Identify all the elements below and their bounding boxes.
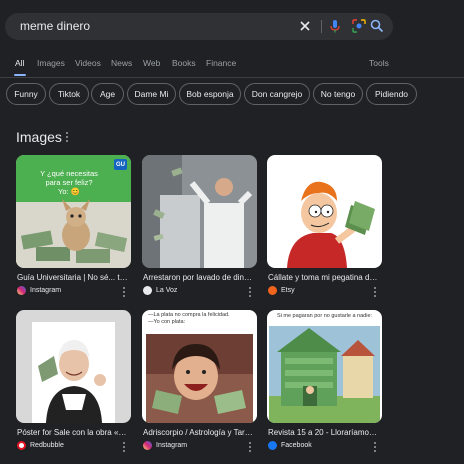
source-name: Facebook (281, 442, 312, 449)
la-voz-icon (143, 286, 152, 295)
image-result[interactable]: Póster for Sale con la obra «M... Redbub… (16, 310, 131, 452)
tab-web[interactable]: Web (143, 58, 160, 68)
image-source[interactable]: Facebook (268, 441, 312, 450)
redbubble-icon (17, 441, 26, 450)
image-title[interactable]: Arrestaron por lavado de dine... (143, 273, 255, 282)
chip-tiktok[interactable]: Tiktok (49, 83, 89, 105)
man-throwing-money-image (142, 155, 257, 268)
image-title[interactable]: Cállate y toma mi pegatina de ... (268, 273, 380, 282)
chip-don-cangrejo[interactable]: Don cangrejo (244, 83, 310, 105)
instagram-icon (143, 441, 152, 450)
section-title: Images (16, 129, 62, 145)
tab-all[interactable]: All (15, 58, 24, 68)
more-options-icon[interactable] (374, 287, 377, 298)
chip-age[interactable]: Age (91, 83, 124, 105)
tab-news[interactable]: News (111, 58, 132, 68)
source-name: Instagram (156, 442, 188, 449)
more-options-icon[interactable] (249, 442, 252, 453)
divider (321, 20, 322, 33)
money-house-cartoon-image (267, 310, 382, 423)
fry-money-image (267, 155, 382, 268)
image-thumbnail[interactable] (16, 310, 131, 423)
chip-dame-mi[interactable]: Dame Mi (127, 83, 176, 105)
more-options-icon[interactable] (123, 287, 126, 298)
clear-icon[interactable] (297, 18, 313, 34)
image-thumbnail[interactable] (267, 155, 382, 268)
facebook-icon (268, 441, 277, 450)
search-input[interactable]: meme dinero (20, 19, 90, 33)
image-thumbnail[interactable]: Si me pagaran por no gustarle a nadie: (267, 310, 382, 423)
grandma-money-image (16, 310, 131, 423)
more-options-icon[interactable] (66, 132, 69, 143)
image-source[interactable]: Redbubble (17, 441, 64, 450)
tab-videos[interactable]: Videos (75, 58, 101, 68)
tab-finance[interactable]: Finance (206, 58, 236, 68)
source-name: Instagram (30, 287, 62, 294)
chip-no-tengo[interactable]: No tengo (313, 83, 363, 105)
active-tab-indicator (14, 74, 26, 76)
chip-pidiendo[interactable]: Pidiendo (366, 83, 417, 105)
source-name: La Voz (156, 287, 178, 294)
search-tabs: All Images Videos News Web Books Finance… (0, 56, 464, 78)
more-options-icon[interactable] (374, 442, 377, 453)
image-title[interactable]: Póster for Sale con la obra «M... (17, 428, 129, 437)
search-icon[interactable] (369, 18, 385, 34)
image-thumbnail[interactable]: Y ¿qué necesitas para ser feliz? Yo: 😊 G… (16, 155, 131, 268)
image-result[interactable]: Y ¿qué necesitas para ser feliz? Yo: 😊 G… (16, 155, 131, 297)
chip-bob-esponja[interactable]: Bob esponja (179, 83, 241, 105)
search-bar[interactable]: meme dinero (5, 13, 393, 40)
image-result[interactable]: Arrestaron por lavado de dine... La Voz (142, 155, 257, 297)
source-name: Redbubble (30, 442, 64, 449)
image-title[interactable]: Revista 15 a 20 - Lloraríamos p... (268, 428, 380, 437)
image-result[interactable]: Si me pagaran por no gustarle a nadie: R… (267, 310, 382, 452)
image-source[interactable]: Etsy (268, 286, 295, 295)
tab-books[interactable]: Books (172, 58, 196, 68)
chip-funny[interactable]: Funny (6, 83, 46, 105)
microphone-icon[interactable] (327, 18, 343, 34)
tabs-divider (0, 77, 464, 78)
etsy-icon (268, 286, 277, 295)
tools-button[interactable]: Tools (369, 58, 389, 68)
image-source[interactable]: La Voz (143, 286, 177, 295)
lens-icon[interactable] (351, 18, 367, 34)
girl-with-money-image (142, 310, 257, 423)
image-source[interactable]: Instagram (143, 441, 187, 450)
image-thumbnail[interactable] (142, 155, 257, 268)
more-options-icon[interactable] (123, 442, 126, 453)
instagram-icon (17, 286, 26, 295)
more-options-icon[interactable] (249, 287, 252, 298)
channel-badge: GU (114, 159, 127, 170)
image-title[interactable]: Adriscorpio / Astrología y Taro... (143, 428, 255, 437)
image-result[interactable]: —La plata no compra la felicidad. —Yo co… (142, 310, 257, 452)
meme-caption: —La plata no compra la felicidad. —Yo co… (148, 312, 230, 325)
tab-images[interactable]: Images (37, 58, 65, 68)
source-name: Etsy (281, 287, 295, 294)
image-thumbnail[interactable]: —La plata no compra la felicidad. —Yo co… (142, 310, 257, 423)
meme-caption: Si me pagaran por no gustarle a nadie: (276, 313, 373, 319)
meme-caption: Y ¿qué necesitas para ser feliz? Yo: 😊 (40, 169, 98, 196)
image-result[interactable]: Cállate y toma mi pegatina de ... Etsy (267, 155, 382, 297)
image-source[interactable]: Instagram (17, 286, 61, 295)
image-title[interactable]: Guía Universitaria | No sé... tú ... (17, 273, 129, 282)
